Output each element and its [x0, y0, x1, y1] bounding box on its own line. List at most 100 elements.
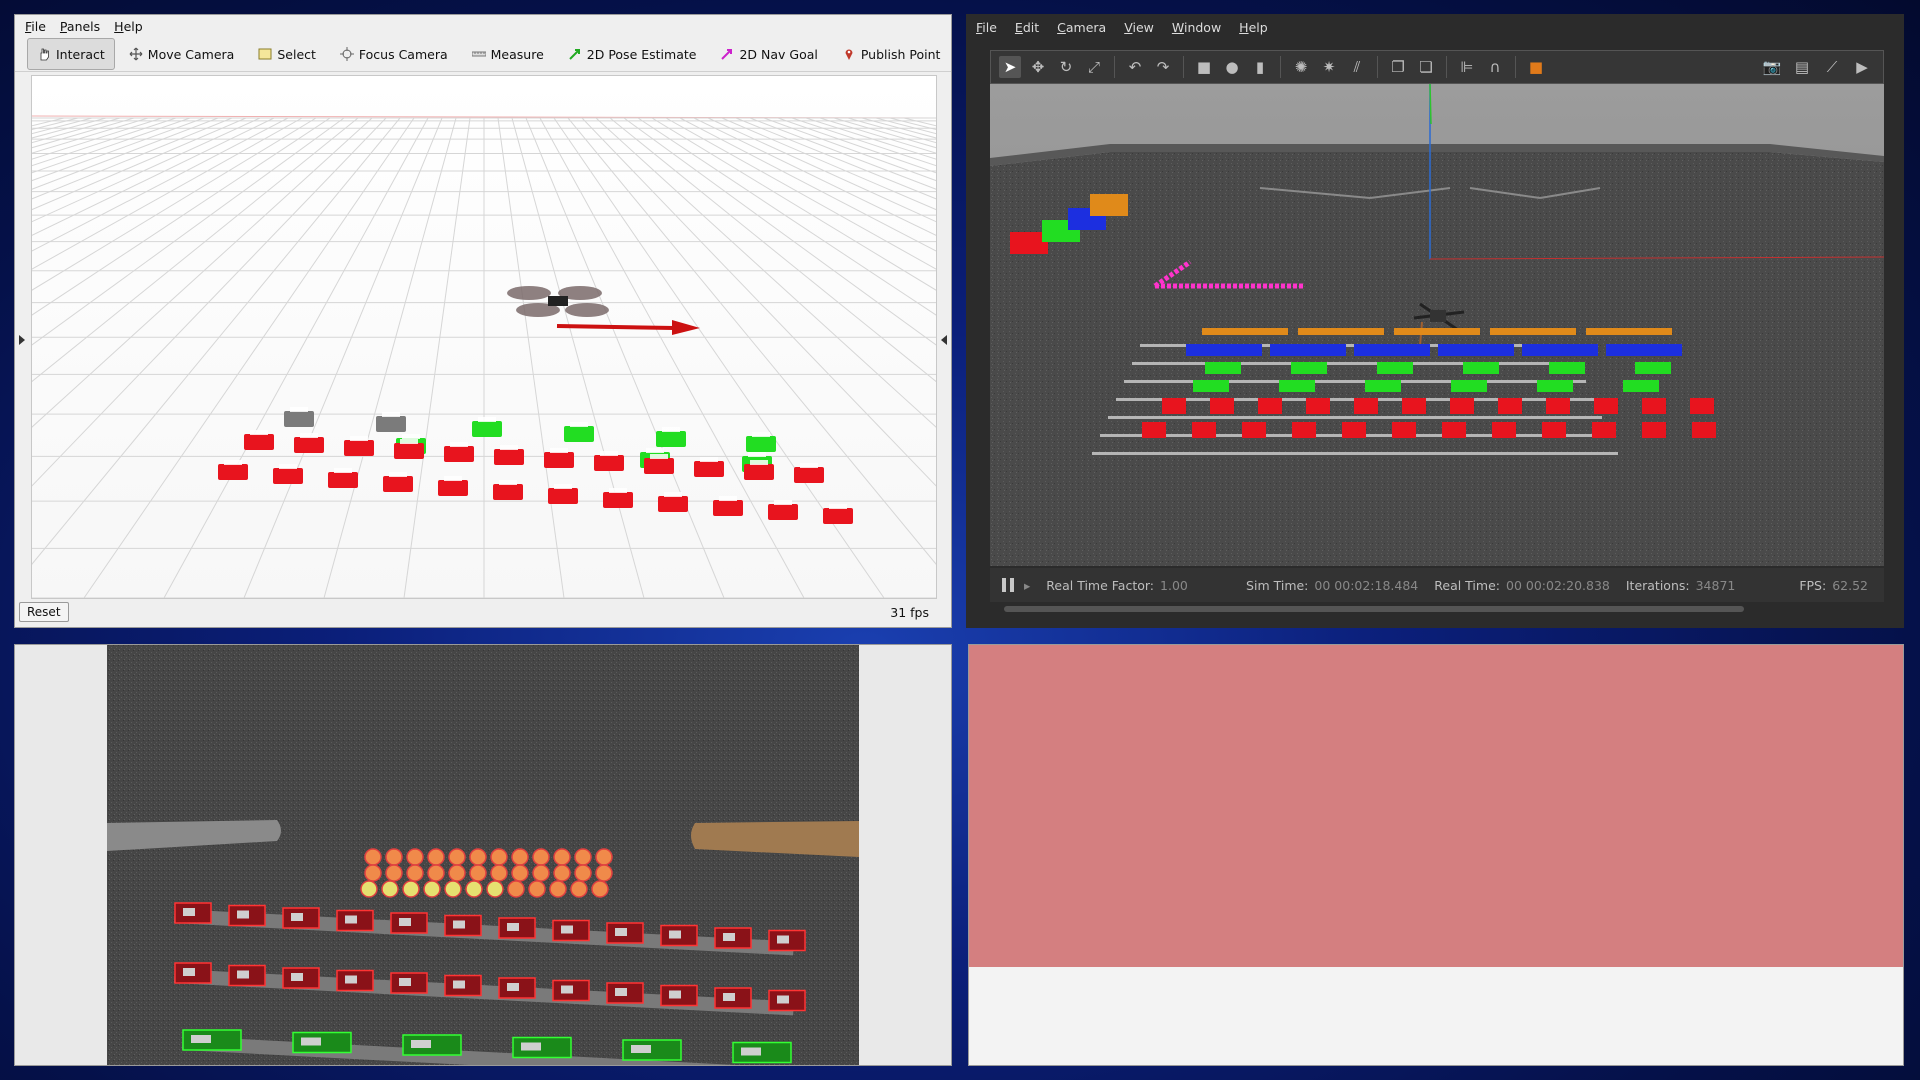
block-marker-top	[300, 433, 318, 438]
block-marker	[544, 452, 574, 468]
box-shape-icon[interactable]: ■	[1193, 56, 1215, 78]
rviz-menu-help[interactable]: Help	[114, 19, 143, 34]
change-view-icon[interactable]: ■	[1525, 56, 1547, 78]
red-block	[1450, 398, 1474, 414]
block-top	[399, 978, 411, 986]
block-top	[399, 918, 411, 926]
block-marker-top	[334, 468, 352, 473]
directional-light-icon[interactable]: ⫽	[1346, 56, 1368, 78]
copy-icon[interactable]: ❐	[1387, 56, 1409, 78]
publish-point-tool-label: Publish Point	[860, 46, 941, 62]
2d-nav-goal-tool-button[interactable]: 2D Nav Goal	[710, 38, 827, 70]
block-top	[237, 970, 249, 979]
gazebo-menu-edit[interactable]: Edit	[1015, 20, 1039, 35]
block-top	[615, 928, 627, 936]
block-marker-top	[478, 417, 496, 422]
right-panel-collapse-icon[interactable]	[941, 335, 947, 345]
interact-tool-button[interactable]: Interact	[27, 38, 115, 70]
detection-circle	[385, 848, 403, 866]
pause-icon[interactable]	[1002, 578, 1014, 592]
translate-mode-icon[interactable]: ✥	[1027, 56, 1049, 78]
publish-point-tool-button[interactable]: Publish Point	[832, 38, 951, 70]
block-marker	[438, 480, 468, 496]
green-block	[1549, 362, 1585, 374]
measure-tool-label: Measure	[490, 46, 544, 62]
scale-mode-icon[interactable]: ⤢	[1083, 56, 1105, 78]
block-top	[345, 975, 357, 984]
rviz-menu-panels[interactable]: Panels	[60, 19, 100, 34]
2d-pose-estimate-tool-button[interactable]: 2D Pose Estimate	[558, 38, 707, 70]
detection-circle	[423, 880, 441, 898]
block-marker	[656, 431, 686, 447]
redo-icon[interactable]: ↷	[1152, 56, 1174, 78]
detection-circle	[465, 880, 483, 898]
gazebo-menu-camera[interactable]: Camera	[1057, 20, 1106, 35]
gazebo-menu-file[interactable]: File	[976, 20, 997, 35]
gazebo-menu-view[interactable]: View	[1124, 20, 1154, 35]
2d-pose-estimate-tool-label: 2D Pose Estimate	[586, 46, 697, 62]
step-icon[interactable]: ▸	[1024, 578, 1030, 593]
rotate-mode-icon[interactable]: ↻	[1055, 56, 1077, 78]
detection-circle	[402, 880, 420, 898]
spot-light-icon[interactable]: ✷	[1318, 56, 1340, 78]
detection-circle	[507, 880, 525, 898]
block-marker-top	[450, 442, 468, 447]
gazebo-3d-viewport[interactable]	[990, 84, 1884, 566]
plot-icon[interactable]: ⟋	[1821, 56, 1843, 78]
block-marker-top	[402, 434, 420, 439]
screenshot-camera-icon[interactable]: 📷	[1761, 56, 1783, 78]
log-icon[interactable]: ▤	[1791, 56, 1813, 78]
gazebo-menu-help[interactable]: Help	[1239, 20, 1268, 35]
block-top	[237, 910, 249, 919]
block-top	[777, 935, 789, 944]
reset-button[interactable]: Reset	[19, 602, 69, 622]
paste-icon[interactable]: ❏	[1415, 56, 1437, 78]
gazebo-menu-window[interactable]: Window	[1172, 20, 1221, 35]
block-top	[561, 925, 573, 934]
rviz-3d-viewport[interactable]	[31, 75, 937, 599]
select-mode-arrow-icon[interactable]: ➤	[999, 56, 1021, 78]
left-panel-collapse-icon[interactable]	[19, 335, 25, 345]
block-top	[183, 908, 195, 916]
block-marker	[383, 476, 413, 492]
align-icon[interactable]: ⊫	[1456, 56, 1478, 78]
block-top	[777, 995, 789, 1004]
gazebo-fps-value: 62.52	[1832, 577, 1868, 593]
detection-circle	[469, 848, 487, 866]
block-marker	[644, 458, 674, 474]
rviz-scene	[32, 76, 936, 598]
block-top	[723, 933, 735, 941]
snap-magnet-icon[interactable]: ∩	[1484, 56, 1506, 78]
rviz-fps-readout: 31 fps	[890, 604, 929, 620]
block-top	[669, 990, 681, 999]
detection-circle	[406, 848, 424, 866]
rviz-menu-file[interactable]: File	[25, 19, 46, 34]
point-light-icon[interactable]: ✺	[1290, 56, 1312, 78]
cylinder-shape-icon[interactable]: ▮	[1249, 56, 1271, 78]
red-block	[1242, 422, 1266, 438]
real-time-value: 00 00:02:20.838	[1506, 577, 1610, 593]
undo-icon[interactable]: ↶	[1124, 56, 1146, 78]
empty-image-view	[968, 644, 1904, 1066]
toolbar-separator	[1515, 56, 1516, 78]
block-marker-top	[609, 488, 627, 493]
detection-circle	[469, 864, 487, 882]
select-tool-button[interactable]: Select	[248, 38, 326, 70]
detection-circle	[574, 848, 592, 866]
orange-bar	[1394, 328, 1480, 335]
gazebo-horizontal-scrollbar[interactable]	[1004, 606, 1744, 612]
sphere-shape-icon[interactable]: ●	[1221, 56, 1243, 78]
block-marker	[823, 508, 853, 524]
move-camera-tool-button[interactable]: Move Camera	[119, 38, 245, 70]
pink-arrow-icon	[721, 49, 733, 60]
block-top	[723, 993, 735, 1001]
red-block	[1546, 398, 1570, 414]
real-time-label: Real Time:	[1434, 577, 1500, 593]
red-block	[1258, 398, 1282, 414]
block-top	[291, 973, 303, 981]
block-marker-top	[350, 436, 368, 441]
video-record-icon[interactable]: ▶	[1851, 56, 1873, 78]
measure-tool-button[interactable]: Measure	[462, 38, 554, 70]
red-block	[1354, 398, 1378, 414]
focus-camera-tool-button[interactable]: Focus Camera	[330, 38, 458, 70]
